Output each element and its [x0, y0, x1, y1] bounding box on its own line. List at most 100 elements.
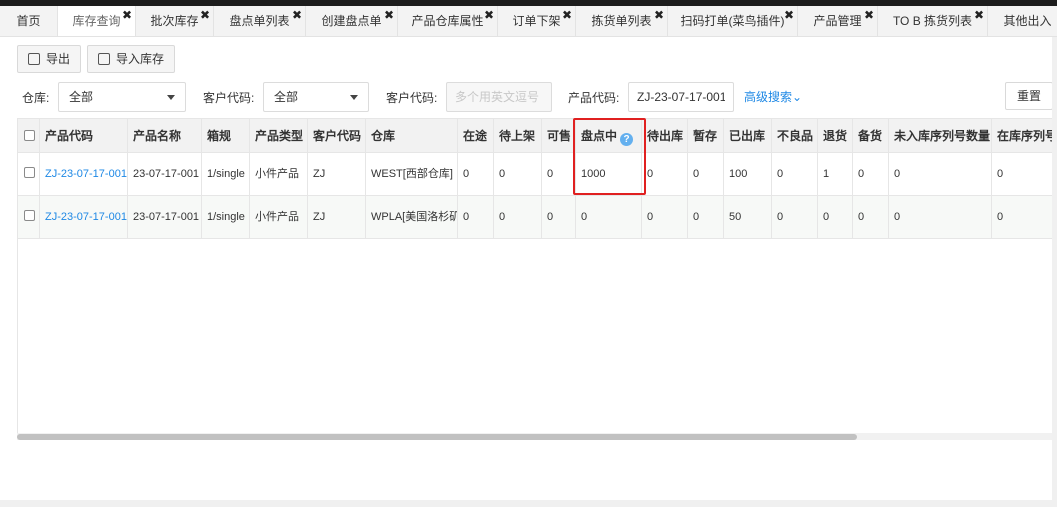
- col-header[interactable]: 备货: [853, 119, 889, 152]
- close-icon[interactable]: ✖: [562, 6, 572, 31]
- col-header[interactable]: 仓库: [366, 119, 458, 152]
- table-cell: 0: [992, 153, 1057, 195]
- product-code-link[interactable]: ZJ-23-07-17-001: [40, 196, 128, 238]
- tab-label: 库存查询: [72, 14, 121, 28]
- tab-create-stocktake[interactable]: 创建盘点单 ✖: [306, 6, 398, 36]
- tab-bar: 首页 库存查询 ✖ 批次库存 ✖ 盘点单列表 ✖ 创建盘点单 ✖ 产品仓库属性 ✖ 订单下…: [0, 6, 1057, 37]
- col-header[interactable]: 退货: [818, 119, 853, 152]
- right-edge-strip: [1052, 37, 1057, 507]
- product-code-input[interactable]: [628, 82, 734, 112]
- scrollbar-thumb[interactable]: [17, 434, 857, 440]
- tab-label: 批次库存: [150, 14, 199, 28]
- table-row[interactable]: ZJ-23-07-17-001 23-07-17-001 1/single 小件…: [18, 196, 1057, 239]
- table-cell: 0: [642, 196, 688, 238]
- close-icon[interactable]: ✖: [974, 6, 984, 31]
- table-cell: 0: [772, 196, 818, 238]
- close-icon[interactable]: ✖: [200, 6, 210, 31]
- close-icon[interactable]: ✖: [484, 6, 494, 31]
- col-header[interactable]: 不良品: [772, 119, 818, 152]
- tab-product-management[interactable]: 产品管理 ✖: [798, 6, 878, 36]
- chevron-down-icon: [167, 95, 175, 100]
- col-header[interactable]: 可售: [542, 119, 576, 152]
- table-cell: 0: [772, 153, 818, 195]
- select-all-checkbox[interactable]: [24, 130, 35, 141]
- warehouse-label: 仓库:: [22, 91, 50, 105]
- col-header[interactable]: 产品类型: [250, 119, 308, 152]
- table-cell: 0: [494, 196, 542, 238]
- tab-product-warehouse-attrs[interactable]: 产品仓库属性 ✖: [398, 6, 498, 36]
- table-cell: 23-07-17-001: [128, 153, 202, 195]
- table-cell: 小件产品: [250, 153, 308, 195]
- col-header[interactable]: 产品名称: [128, 119, 202, 152]
- col-header[interactable]: 未入库序列号数量: [889, 119, 992, 152]
- tab-label: 盘点单列表: [229, 14, 290, 28]
- col-header[interactable]: 暂存: [688, 119, 724, 152]
- horizontal-scrollbar[interactable]: [17, 433, 1057, 440]
- table-cell: 0: [494, 153, 542, 195]
- table-cell: 0: [853, 196, 889, 238]
- close-icon[interactable]: ✖: [292, 6, 302, 31]
- col-header[interactable]: 客户代码: [308, 119, 366, 152]
- table-cell: 1/single: [202, 196, 250, 238]
- tab-scan-print[interactable]: 扫码打单(菜鸟插件) ✖: [668, 6, 798, 36]
- tab-order-unshelve[interactable]: 订单下架 ✖: [498, 6, 576, 36]
- close-icon[interactable]: ✖: [784, 6, 794, 31]
- col-header[interactable]: 待上架: [494, 119, 542, 152]
- table-cell: 0: [542, 196, 576, 238]
- export-icon: [28, 53, 40, 65]
- row-checkbox[interactable]: [24, 167, 35, 178]
- stocktake-highlight-box: [573, 118, 646, 195]
- inventory-table: 产品代码 产品名称 箱规 产品类型 客户代码 仓库 在途 待上架 可售 盘点中?…: [17, 118, 1057, 440]
- col-header[interactable]: 已出库: [724, 119, 772, 152]
- reset-button[interactable]: 重置: [1005, 82, 1053, 110]
- tab-stocktake-list[interactable]: 盘点单列表 ✖: [214, 6, 306, 36]
- product-code-link[interactable]: ZJ-23-07-17-001: [40, 153, 128, 195]
- table-cell: WEST[西部仓库]: [366, 153, 458, 195]
- close-icon[interactable]: ✖: [384, 6, 394, 31]
- table-cell: 0: [688, 196, 724, 238]
- close-icon[interactable]: ✖: [654, 6, 664, 31]
- warehouse-select-value: 全部: [69, 90, 94, 104]
- table-cell: 0: [458, 153, 494, 195]
- table-row[interactable]: ZJ-23-07-17-001 23-07-17-001 1/single 小件…: [18, 153, 1057, 196]
- table-cell: 0: [542, 153, 576, 195]
- table-cell: 0: [992, 196, 1057, 238]
- customer-code-select[interactable]: 全部: [263, 82, 369, 112]
- table-cell: 1: [818, 153, 853, 195]
- table-cell: 0: [853, 153, 889, 195]
- tab-label: 其他出入: [1003, 14, 1052, 28]
- table-cell: 0: [889, 196, 992, 238]
- col-header[interactable]: 在途: [458, 119, 494, 152]
- tab-label: 产品管理: [813, 14, 862, 28]
- tab-inventory-query[interactable]: 库存查询 ✖: [58, 6, 136, 36]
- tab-label: 首页: [16, 14, 41, 28]
- import-inventory-button[interactable]: 导入库存: [87, 45, 175, 73]
- tab-label: 订单下架: [512, 14, 561, 28]
- export-button[interactable]: 导出: [17, 45, 81, 73]
- tab-home[interactable]: 首页: [0, 6, 58, 36]
- col-header[interactable]: 产品代码: [40, 119, 128, 152]
- customer-code-select-value: 全部: [274, 90, 299, 104]
- col-header[interactable]: 在库序列号: [992, 119, 1057, 152]
- advanced-search-link[interactable]: 高级搜索⌄: [744, 88, 802, 105]
- table-cell: 0: [889, 153, 992, 195]
- table-cell: ZJ: [308, 196, 366, 238]
- table-cell: 0: [458, 196, 494, 238]
- tab-picking-list[interactable]: 拣货单列表 ✖: [576, 6, 668, 36]
- tab-other-inout[interactable]: 其他出入: [988, 6, 1057, 36]
- tab-label: 创建盘点单: [321, 14, 382, 28]
- footer-band: [0, 500, 1057, 507]
- batch-code-input[interactable]: [446, 82, 552, 112]
- tab-tob-picking[interactable]: TO B 拣货列表 ✖: [878, 6, 988, 36]
- row-checkbox[interactable]: [24, 210, 35, 221]
- table-cell: 50: [724, 196, 772, 238]
- tab-batch-inventory[interactable]: 批次库存 ✖: [136, 6, 214, 36]
- col-header[interactable]: 箱规: [202, 119, 250, 152]
- table-header: 产品代码 产品名称 箱规 产品类型 客户代码 仓库 在途 待上架 可售 盘点中?…: [18, 119, 1057, 153]
- export-label: 导出: [46, 52, 71, 66]
- tab-label: 扫码打单(菜鸟插件): [680, 14, 785, 28]
- close-icon[interactable]: ✖: [864, 6, 874, 31]
- close-icon[interactable]: ✖: [122, 6, 132, 31]
- warehouse-select[interactable]: 全部: [58, 82, 186, 112]
- col-header[interactable]: 待出库: [642, 119, 688, 152]
